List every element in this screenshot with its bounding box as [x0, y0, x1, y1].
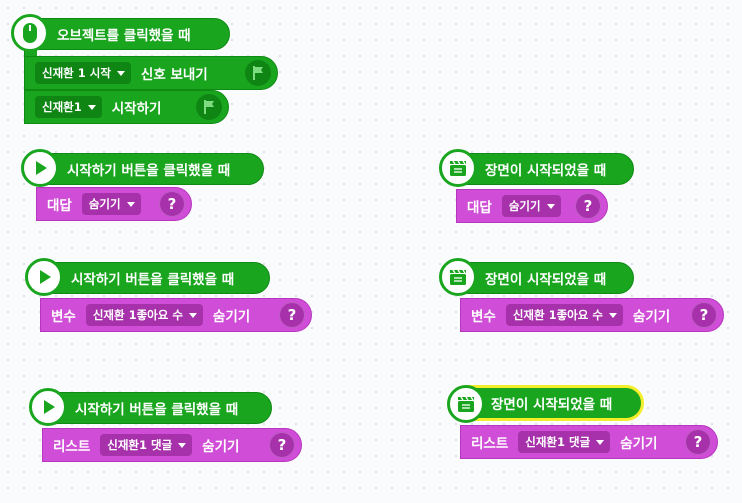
when-start-clicked-block[interactable]: 시작하기 버튼을 클릭했을 때	[25, 258, 270, 296]
variable-dropdown[interactable]: 신재환 1좋아요 수	[505, 304, 623, 326]
hat-icon-badge	[21, 149, 59, 187]
dropdown-value: 신재환1 댓글	[107, 438, 173, 452]
block-text: 숨기기	[202, 439, 240, 455]
block-text: 신호 보내기	[140, 67, 208, 83]
dropdown-value: 신재환 1좋아요 수	[92, 308, 183, 322]
show-hide-dropdown[interactable]: 숨기기	[81, 193, 141, 215]
block-text: 숨기기	[212, 309, 251, 325]
list-dropdown[interactable]: 신재환1 댓글	[100, 434, 193, 456]
caret-down-icon	[546, 203, 555, 209]
mouse-icon	[23, 23, 37, 43]
play-icon	[40, 270, 51, 284]
caret-down-icon	[596, 439, 605, 445]
clapperboard-icon	[450, 269, 466, 285]
when-scene-starts-block[interactable]: 장면이 시작되었을 때	[439, 149, 634, 187]
block-text: 시작하기	[111, 101, 162, 117]
help-icon[interactable]: ?	[269, 432, 295, 458]
hat-icon-badge	[439, 149, 477, 187]
block-text: 변수	[51, 309, 76, 325]
hide-variable-block[interactable]: 변수 신재환 1좋아요 수 숨기기 ?	[40, 298, 312, 332]
hat-icon-badge	[29, 388, 67, 426]
dropdown-value: 신재환1	[42, 100, 82, 114]
variable-dropdown[interactable]: 신재환 1좋아요 수	[85, 304, 203, 326]
block-text: 리스트	[53, 439, 91, 455]
caret-down-icon	[116, 70, 125, 76]
dropdown-value: 숨기기	[508, 199, 541, 213]
block-text: 대답	[467, 200, 492, 216]
caret-down-icon	[126, 201, 135, 207]
hat-icon-badge	[11, 14, 49, 52]
caret-down-icon	[178, 442, 187, 448]
show-hide-dropdown[interactable]: 숨기기	[501, 195, 561, 217]
block-text: 리스트	[471, 436, 509, 452]
scene-dropdown[interactable]: 신재환1	[35, 96, 102, 118]
hat-icon-badge	[447, 385, 485, 423]
dropdown-value: 신재환1 댓글	[525, 435, 591, 449]
help-icon[interactable]: ?	[159, 191, 185, 217]
send-signal-block[interactable]: 신재환 1 시작 신호 보내기	[24, 56, 278, 90]
caret-down-icon	[608, 312, 617, 318]
caret-down-icon	[87, 104, 96, 110]
flag-icon	[196, 94, 222, 120]
block-text: 숨기기	[632, 309, 671, 325]
block-text: 변수	[471, 309, 496, 325]
clapperboard-icon	[458, 396, 474, 412]
hide-list-block[interactable]: 리스트 신재환1 댓글 숨기기 ?	[460, 425, 718, 459]
hat-icon-badge	[439, 258, 477, 296]
flag-icon	[245, 60, 271, 86]
block-text: 숨기기	[620, 436, 658, 452]
hide-answer-block[interactable]: 대답 숨기기 ?	[36, 187, 192, 221]
block-text: 대답	[47, 198, 72, 214]
when-start-clicked-block[interactable]: 시작하기 버튼을 클릭했을 때	[21, 149, 264, 187]
hat-label: 시작하기 버튼을 클릭했을 때	[75, 402, 239, 418]
when-scene-starts-block-selected[interactable]: 장면이 시작되었을 때	[447, 385, 644, 423]
hat-icon-badge	[25, 258, 63, 296]
list-dropdown[interactable]: 신재환1 댓글	[518, 431, 611, 453]
help-icon[interactable]: ?	[691, 302, 717, 328]
when-object-clicked-block[interactable]: 오브젝트를 클릭했을 때	[11, 14, 230, 52]
help-icon[interactable]: ?	[279, 302, 305, 328]
hide-answer-block[interactable]: 대답 숨기기 ?	[456, 189, 608, 223]
signal-dropdown[interactable]: 신재환 1 시작	[35, 62, 131, 84]
play-icon	[36, 161, 47, 175]
when-start-clicked-block[interactable]: 시작하기 버튼을 클릭했을 때	[29, 388, 272, 426]
dropdown-value: 신재환 1 시작	[42, 66, 111, 80]
hide-list-block[interactable]: 리스트 신재환1 댓글 숨기기 ?	[42, 428, 302, 462]
hide-variable-block[interactable]: 변수 신재환 1좋아요 수 숨기기 ?	[460, 298, 724, 332]
caret-down-icon	[188, 312, 197, 318]
clapperboard-icon	[450, 160, 466, 176]
when-scene-starts-block[interactable]: 장면이 시작되었을 때	[439, 258, 634, 296]
help-icon[interactable]: ?	[685, 429, 711, 455]
hat-label: 시작하기 버튼을 클릭했을 때	[71, 272, 235, 288]
hat-label: 시작하기 버튼을 클릭했을 때	[67, 163, 231, 179]
help-icon[interactable]: ?	[575, 193, 601, 219]
dropdown-value: 숨기기	[88, 197, 121, 211]
dropdown-value: 신재환 1좋아요 수	[512, 308, 603, 322]
start-scene-block[interactable]: 신재환1 시작하기	[24, 90, 229, 124]
play-icon	[44, 400, 55, 414]
